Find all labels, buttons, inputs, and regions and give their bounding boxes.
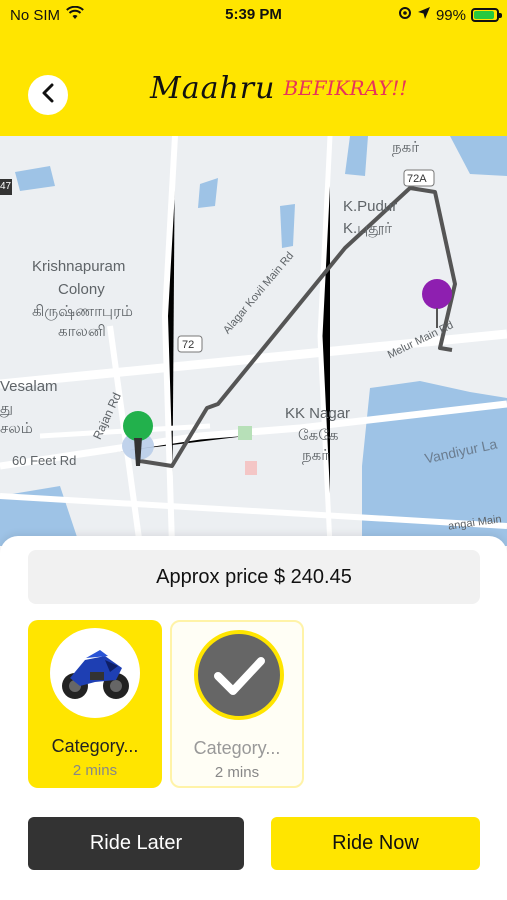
- battery-icon: [471, 8, 502, 22]
- category-title: Category...: [193, 738, 281, 758]
- chevron-left-icon: [41, 83, 55, 108]
- map-label-kpudur-tamil: K.புதூர்: [343, 220, 392, 237]
- status-right: 99%: [398, 6, 502, 24]
- park-1: [238, 426, 252, 440]
- map-label-colony: Colony: [58, 281, 105, 298]
- water-center: [198, 178, 218, 208]
- route-map[interactable]: Krishnapuram Colony கிருஷ்ணாபுரம் காலனி …: [0, 136, 507, 546]
- water-left: [15, 166, 55, 191]
- category-title: Category...: [51, 736, 139, 756]
- map-shield-edge: 47: [0, 181, 12, 192]
- checkmark-icon: [214, 657, 265, 695]
- location-arrow-icon: [417, 6, 431, 24]
- water-top-mid: [345, 136, 368, 176]
- map-label-kpudur: K.Pudur: [343, 198, 398, 215]
- motorbike-image: [50, 628, 140, 718]
- water-pond: [280, 204, 295, 248]
- map-label-vesalam-tamil-2: சலம்: [0, 420, 33, 437]
- map-shield-72: 72: [182, 339, 195, 351]
- map-label-60-feet-rd: 60 Feet Rd: [12, 453, 77, 468]
- map-label-krishnapuram-tamil: கிருஷ்ணாபுரம்: [32, 303, 133, 320]
- map-label-kk-nagar-tamil-1: கேகே: [298, 427, 339, 444]
- poi-1: [245, 461, 257, 475]
- map-label-colony-tamil: காலனி: [58, 323, 106, 340]
- map-label-vesalam: Vesalam: [0, 378, 58, 395]
- status-bar: No SIM 5:39 PM 99%: [0, 0, 507, 32]
- booking-sheet: Approx price $ 240.45 Category... 2 mins…: [0, 536, 507, 900]
- road-vertical-2: [317, 136, 333, 546]
- water-top-right: [450, 136, 507, 176]
- logo-accent-text: BEFIKRAY!!: [283, 76, 408, 100]
- app-logo: Maahru BEFIKRAY!!: [150, 68, 407, 108]
- map-label-nagar-tamil-top: நகர்: [392, 139, 420, 156]
- map-label-vesalam-tamil-1: து: [0, 400, 14, 417]
- app-header: No SIM 5:39 PM 99% Maahru BEFIKRAY!!: [0, 0, 507, 136]
- origin-pin-icon: [123, 411, 153, 441]
- category-card-selected[interactable]: Category... 2 mins: [28, 620, 162, 788]
- map-label-kk-nagar: KK Nagar: [285, 405, 351, 422]
- destination-pin-icon: [422, 279, 452, 309]
- battery-percent: 99%: [435, 6, 466, 24]
- orientation-lock-icon: [398, 6, 412, 24]
- road-vertical-1: [161, 136, 178, 546]
- ride-now-button[interactable]: Ride Now: [271, 817, 480, 870]
- map-label-krishnapuram: Krishnapuram: [32, 258, 126, 275]
- category-time: 2 mins: [214, 764, 260, 781]
- back-button[interactable]: [28, 75, 68, 115]
- ride-later-button[interactable]: Ride Later: [28, 817, 244, 870]
- map-shield-72a: 72A: [407, 173, 427, 185]
- logo-main-text: Maahru: [150, 70, 276, 106]
- category-time: 2 mins: [72, 762, 118, 779]
- approx-price: Approx price $ 240.45: [28, 550, 480, 604]
- category-card-unselected[interactable]: Category... 2 mins: [170, 620, 304, 788]
- category-image-placeholder: [194, 630, 284, 720]
- map-label-kk-nagar-tamil-2: நகர்: [302, 447, 330, 464]
